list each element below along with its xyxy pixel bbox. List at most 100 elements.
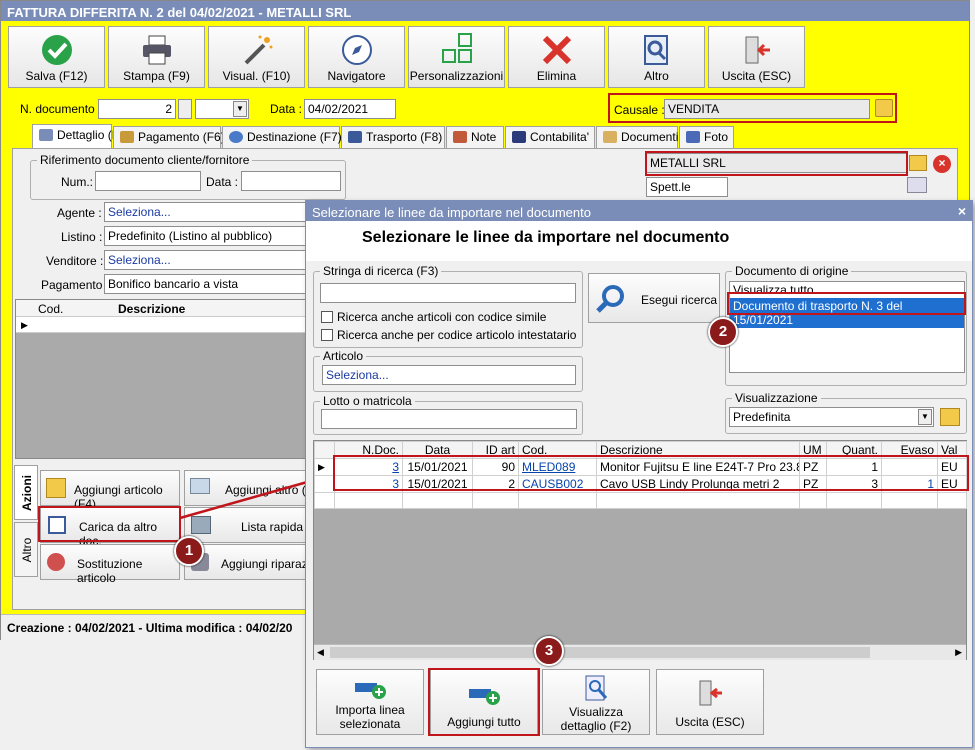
documents-icon: [603, 131, 617, 143]
num-input[interactable]: [95, 171, 201, 191]
ndoc-input[interactable]: 2: [98, 99, 176, 119]
checkbox-similar[interactable]: [321, 311, 333, 323]
row-pointer-icon: ▶: [21, 320, 28, 330]
data2-input[interactable]: [241, 171, 341, 191]
printer-icon: [142, 35, 171, 65]
other-button[interactable]: Altro: [608, 26, 705, 88]
dialog-title: Selezionare le linee da importare nel do…: [306, 201, 972, 221]
magnifier-doc-icon: [585, 675, 608, 701]
articolo-select[interactable]: Seleziona...: [322, 365, 576, 385]
footer-status: Creazione : 04/02/2021 - Ultima modifica…: [1, 614, 305, 640]
list-icon: [39, 129, 53, 141]
customize-button[interactable]: Personalizzazioni: [408, 26, 505, 88]
magic-wand-icon: [244, 35, 272, 65]
tab-note[interactable]: Note: [446, 126, 504, 148]
chevron-down-icon[interactable]: ▼: [918, 409, 932, 425]
rows-highlight: [333, 455, 969, 491]
grid-col-cod: Cod.: [38, 302, 64, 316]
ndoc-label: N. documento :: [20, 102, 102, 116]
money-icon: [120, 131, 134, 143]
note-icon: [453, 131, 467, 143]
tab-foto[interactable]: Foto: [679, 126, 734, 148]
replace-article-button[interactable]: Sostituzione articolo: [40, 544, 180, 585]
check-similar[interactable]: Ricerca anche articoli con codice simile: [321, 310, 546, 324]
close-icon[interactable]: ×: [958, 203, 966, 219]
delete-x-icon: [542, 35, 571, 65]
scroll-thumb[interactable]: [330, 647, 870, 658]
lotto-input[interactable]: [321, 409, 577, 429]
check-owner-code[interactable]: Ricerca anche per codice articolo intest…: [321, 328, 576, 342]
preview-button[interactable]: Visual. (F10): [208, 26, 305, 88]
dialog-exit-button[interactable]: Uscita (ESC): [656, 669, 764, 735]
data2-label: Data :: [206, 175, 239, 189]
exit-door-icon: [745, 36, 770, 64]
folder-icon[interactable]: [909, 155, 927, 171]
delete-button[interactable]: Elimina: [508, 26, 605, 88]
step-badge-3: 3: [534, 636, 564, 666]
grid-col-descrizione: Descrizione: [118, 302, 186, 316]
listino-select[interactable]: Predefinito (Listino al pubblico): [104, 226, 306, 246]
pagamento-select[interactable]: Bonifico bancario a vista: [104, 274, 306, 294]
side-tab-azioni[interactable]: Azioni: [14, 465, 38, 520]
dialog-heading: Selezionare le linee da importare nel do…: [362, 229, 730, 246]
compass-icon: [341, 35, 372, 65]
run-search-button[interactable]: Esegui ricerca: [588, 273, 720, 323]
data-label: Data :: [270, 102, 303, 116]
tab-pagamento[interactable]: Pagamento (F6): [113, 126, 225, 148]
swap-icon: [47, 553, 65, 571]
agente-label: Agente :: [57, 206, 102, 220]
tab-destinazione[interactable]: Destinazione (F7): [222, 126, 342, 148]
main-window-title: FATTURA DIFFERITA N. 2 del 04/02/2021 - …: [1, 1, 969, 21]
pagamento-label: Pagamento :: [41, 278, 110, 292]
user-icon[interactable]: [907, 177, 927, 193]
scroll-right-icon[interactable]: ▶: [955, 647, 962, 658]
side-tab-altro[interactable]: Altro: [14, 522, 38, 577]
search-input[interactable]: [320, 283, 576, 303]
num-label: Num.:: [61, 175, 94, 189]
ndoc-series-select[interactable]: ▼: [195, 99, 249, 119]
add-article-button[interactable]: Aggiungi articolo (F4): [40, 470, 180, 511]
navigator-button[interactable]: Navigatore: [308, 26, 405, 88]
grid-empty-row[interactable]: [16, 317, 306, 333]
cliente-highlight: [645, 151, 908, 176]
tab-documenti[interactable]: Documenti: [596, 126, 678, 148]
step-badge-2: 2: [708, 317, 738, 347]
vis-select[interactable]: Predefinita: [729, 407, 934, 427]
truck-icon: [348, 131, 362, 143]
add-box-icon: [46, 478, 66, 498]
horizontal-scrollbar[interactable]: ◀ ▶: [314, 644, 966, 660]
import-selected-button[interactable]: Importa linea selezionata: [316, 669, 424, 735]
globe-icon: [229, 131, 243, 143]
book-icon: [512, 131, 526, 143]
ndoc-suffix-button[interactable]: [178, 99, 192, 119]
scroll-left-icon[interactable]: ◀: [317, 647, 324, 658]
venditore-select[interactable]: Seleziona...: [104, 250, 306, 270]
add-line-icon: [355, 683, 386, 699]
agente-select[interactable]: Seleziona...: [104, 202, 306, 222]
chevron-down-icon: ▼: [233, 101, 247, 117]
checkbox-owner-code[interactable]: [321, 329, 333, 341]
print-button[interactable]: Stampa (F9): [108, 26, 205, 88]
search-icon: [596, 285, 624, 313]
folder-icon[interactable]: [940, 408, 960, 426]
tab-trasporto[interactable]: Trasporto (F8): [341, 126, 445, 148]
view-detail-button[interactable]: Visualizza dettaglio (F2): [542, 669, 650, 735]
origin-highlight: [727, 292, 966, 315]
camera-icon: [686, 131, 700, 143]
save-button[interactable]: Salva (F12): [8, 26, 105, 88]
lines-grid: Cod. Descrizione ▶: [15, 299, 307, 459]
spettle-input[interactable]: Spett.le: [646, 177, 728, 197]
causale-highlight: [608, 93, 897, 123]
data-input[interactable]: 04/02/2021: [304, 99, 396, 119]
grid-icon: [441, 33, 472, 63]
row-pointer-icon: ▶: [314, 458, 335, 476]
tab-contabilita[interactable]: Contabilita': [505, 126, 595, 148]
add-all-highlight: [428, 668, 540, 736]
venditore-label: Venditore :: [46, 254, 104, 268]
tab-dettaglio[interactable]: Dettaglio (F5): [32, 124, 130, 149]
magnifier-doc-icon: [643, 35, 668, 65]
exit-button[interactable]: Uscita (ESC): [708, 26, 805, 88]
exit-door-icon: [699, 680, 722, 706]
step-badge-1: 1: [174, 536, 204, 566]
close-icon[interactable]: ×: [933, 155, 951, 173]
